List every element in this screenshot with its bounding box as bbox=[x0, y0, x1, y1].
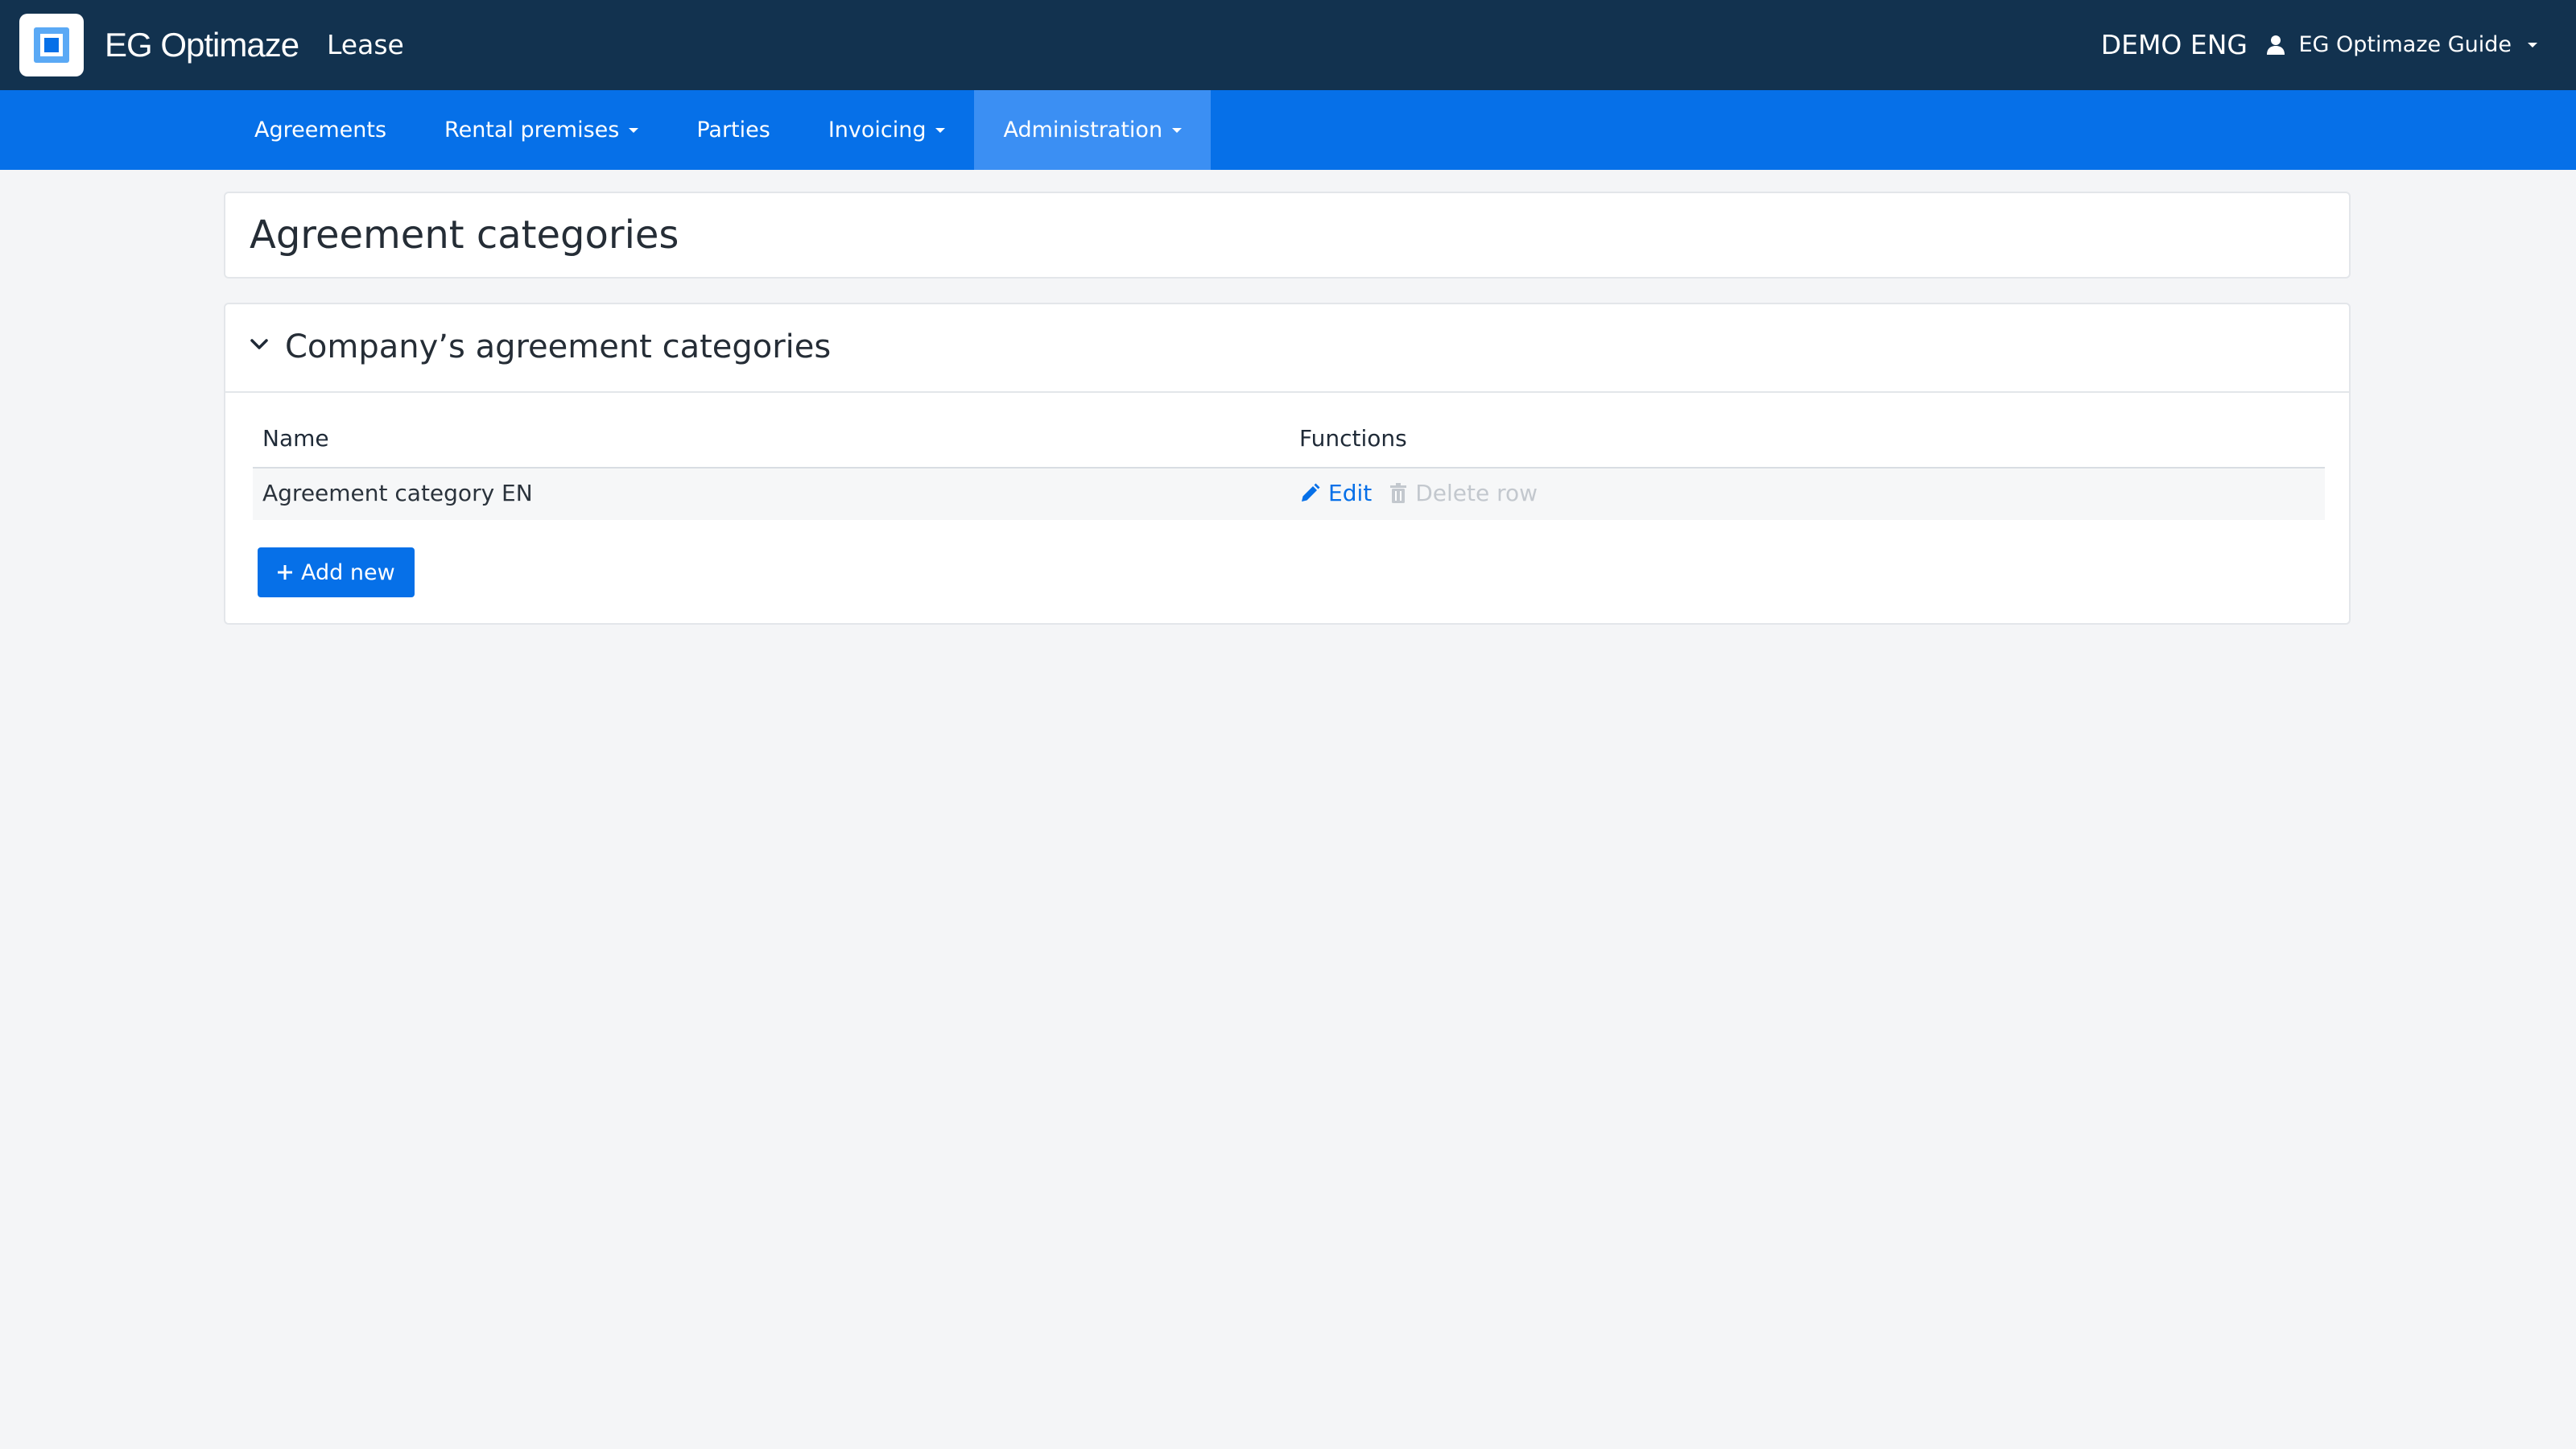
delete-row-button[interactable]: Delete row bbox=[1389, 480, 1538, 506]
main-nav: Agreements Rental premises Parties Invoi… bbox=[0, 90, 2576, 170]
section-header[interactable]: Company’s agreement categories bbox=[225, 304, 2349, 393]
section-title: Company’s agreement categories bbox=[285, 328, 832, 365]
module-name: Lease bbox=[327, 29, 404, 60]
nav-item-label: Agreements bbox=[254, 118, 387, 142]
pencil-icon bbox=[1302, 483, 1320, 502]
top-header: EG Optimaze Lease DEMO ENG EG Optimaze G… bbox=[0, 0, 2576, 90]
trash-icon bbox=[1390, 482, 1407, 503]
user-icon bbox=[2267, 35, 2285, 55]
add-new-button[interactable]: Add new bbox=[258, 547, 415, 597]
categories-table: Name Functions Agreement category EN Edi… bbox=[253, 414, 2325, 520]
user-menu[interactable]: EG Optimaze Guide bbox=[2266, 27, 2537, 63]
edit-button[interactable]: Edit bbox=[1299, 480, 1372, 506]
nav-item-label: Rental premises bbox=[444, 118, 620, 142]
chevron-down-icon bbox=[2528, 43, 2537, 47]
agreement-categories-section: Company’s agreement categories Name Func… bbox=[224, 303, 2351, 625]
nav-item-agreements[interactable]: Agreements bbox=[225, 90, 415, 170]
eg-logo-icon[interactable] bbox=[19, 14, 84, 76]
table-row: Agreement category EN Edit Delete row bbox=[253, 469, 2325, 520]
page-title: Agreement categories bbox=[250, 213, 679, 258]
nav-item-administration[interactable]: Administration bbox=[974, 90, 1212, 170]
company-name: DEMO ENG bbox=[2100, 29, 2248, 60]
caret-down-icon bbox=[629, 127, 639, 133]
nav-item-label: Administration bbox=[1003, 118, 1163, 142]
page-title-card: Agreement categories bbox=[224, 192, 2351, 279]
nav-item-parties[interactable]: Parties bbox=[667, 90, 799, 170]
delete-row-label: Delete row bbox=[1415, 480, 1538, 506]
table-header: Name Functions bbox=[253, 414, 2325, 469]
nav-item-label: Invoicing bbox=[828, 118, 927, 142]
edit-label: Edit bbox=[1328, 480, 1373, 506]
nav-item-rental-premises[interactable]: Rental premises bbox=[415, 90, 667, 170]
caret-down-icon bbox=[1172, 127, 1183, 133]
plus-icon bbox=[278, 565, 292, 580]
functions-cell: Edit Delete row bbox=[1299, 480, 1538, 506]
add-new-label: Add new bbox=[301, 559, 395, 585]
chevron-down-icon[interactable] bbox=[248, 333, 270, 356]
user-name: EG Optimaze Guide bbox=[2298, 32, 2512, 57]
nav-item-label: Parties bbox=[696, 118, 770, 142]
category-name-cell: Agreement category EN bbox=[262, 480, 533, 506]
column-header-name[interactable]: Name bbox=[262, 425, 329, 452]
nav-item-invoicing[interactable]: Invoicing bbox=[799, 90, 975, 170]
brand-name[interactable]: EG Optimaze bbox=[105, 24, 299, 66]
caret-down-icon bbox=[935, 127, 946, 133]
column-header-functions: Functions bbox=[1299, 425, 1407, 452]
